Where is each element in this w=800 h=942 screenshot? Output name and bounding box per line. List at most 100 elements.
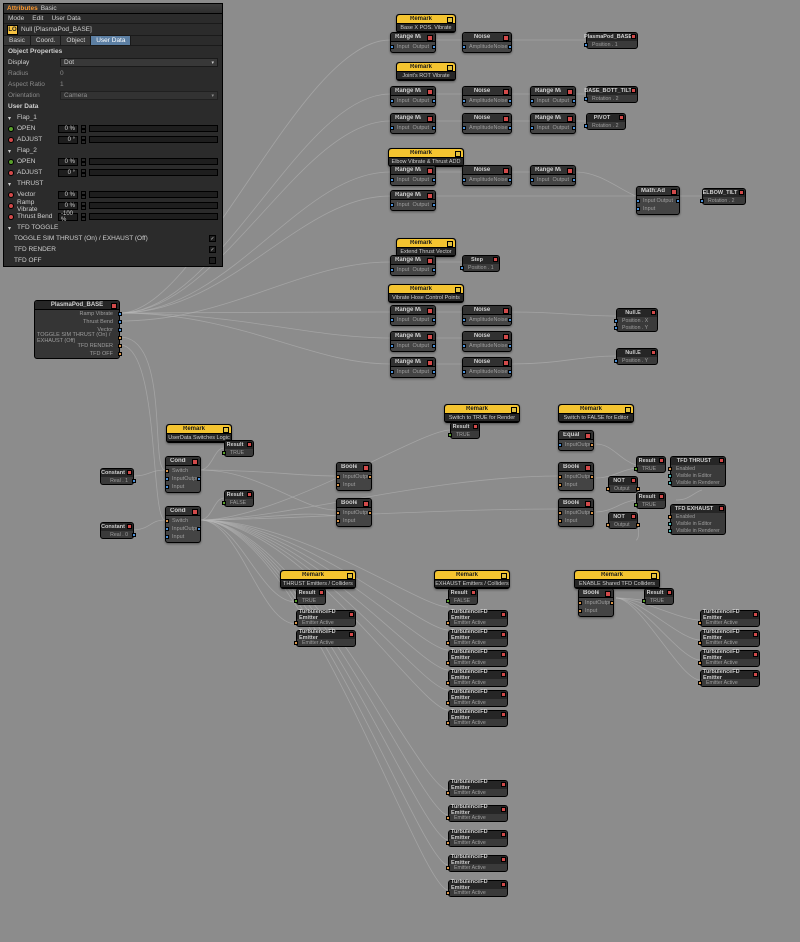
tab-object[interactable]: Object <box>61 36 91 45</box>
attribute-titlebar[interactable]: Attributes Basic <box>4 4 222 14</box>
node-condition[interactable]: Condition Switch InputOutput Input <box>165 456 201 493</box>
group-flap2[interactable]: Flap_2 <box>4 145 222 156</box>
node-rangemapper[interactable]: Range Mapper InputOutput <box>530 86 576 107</box>
vector-slider[interactable] <box>89 191 218 198</box>
node-link-tfdexhaust[interactable]: TFD EXHAUST Enabled Visible in Editor Vi… <box>670 504 726 535</box>
thrustbend-slider[interactable] <box>89 213 218 220</box>
node-link-basebott[interactable]: BASE_BOTT_TILT Rotation . 2 <box>586 86 638 103</box>
node-result-true[interactable]: Result TRUE <box>644 588 674 605</box>
node-noise[interactable]: Noise AmplitudeNoise <box>462 305 512 326</box>
node-link-nulle[interactable]: Null.E Position . Y <box>616 348 658 365</box>
group-tfd[interactable]: TFD TOGGLE <box>4 222 222 233</box>
key-dot-icon[interactable] <box>8 159 14 165</box>
node-rangemapper[interactable]: Range Mapper InputOutput <box>390 113 436 134</box>
node-source-plasmapod[interactable]: PlasmaPod_BASE Ramp Vibrate Thrust Bend … <box>34 300 120 359</box>
node-noise[interactable]: Noise AmplitudeNoise <box>462 86 512 107</box>
open2-value[interactable]: 0 % <box>58 158 78 166</box>
node-rangemapper[interactable]: Range Mapper InputOutput <box>390 255 436 276</box>
node-remark-0[interactable]: Remark Base X POS. Vibrate <box>396 14 456 33</box>
node-rangemapper[interactable]: Range Mapper InputOutput <box>530 113 576 134</box>
vector-stepper[interactable] <box>81 191 86 199</box>
node-remark-10[interactable]: Remark ENABLE Shared TFD Colliders <box>574 570 660 589</box>
node-not[interactable]: NOT Output <box>608 512 638 529</box>
open-value[interactable]: 0 % <box>58 125 78 133</box>
node-boole[interactable]: Boole InputOutput Input <box>578 588 614 617</box>
node-tfd-emitter[interactable]: TurbulenceFD EmitterEmitter Active <box>448 855 508 872</box>
node-tfd-emitter[interactable]: TurbulenceFD EmitterEmitter Active <box>448 690 508 707</box>
node-boole[interactable]: Boole InputOutput Input <box>336 498 372 527</box>
ramp-value[interactable]: 0 % <box>58 202 78 210</box>
node-remark-1[interactable]: Remark Joint's ROT Vibrate <box>396 62 456 81</box>
adjust-slider[interactable] <box>89 136 218 143</box>
node-rangemapper[interactable]: Range Mapper InputOutput <box>530 165 576 186</box>
vector-value[interactable]: 0 % <box>58 191 78 199</box>
node-remark-4[interactable]: Remark Vibrate Hose Control Points <box>388 284 464 303</box>
check-toggle[interactable]: ✓ <box>209 235 216 242</box>
check-render[interactable]: ✓ <box>209 246 216 253</box>
key-dot-icon[interactable] <box>8 203 14 209</box>
node-condition[interactable]: Condition Switch InputOutput Input <box>165 506 201 543</box>
node-tfd-emitter[interactable]: TurbulenceFD Emitter Emitter Active <box>296 630 356 647</box>
node-rangemapper[interactable]: Range Mapper InputOutput <box>390 305 436 326</box>
ramp-slider[interactable] <box>89 202 218 209</box>
thrustbend-value[interactable]: -100 % <box>58 213 78 221</box>
adjust2-stepper[interactable] <box>81 169 86 177</box>
key-dot-icon[interactable] <box>8 137 14 143</box>
open2-slider[interactable] <box>89 158 218 165</box>
node-boole[interactable]: Boole InputOutput Input <box>558 498 594 527</box>
menu-edit[interactable]: Edit <box>32 15 43 22</box>
key-dot-icon[interactable] <box>8 192 14 198</box>
node-result-false[interactable]: Result FALSE <box>448 588 478 605</box>
thrustbend-stepper[interactable] <box>81 213 86 221</box>
node-not[interactable]: NOT Output <box>608 476 638 493</box>
menu-userdata[interactable]: User Data <box>51 15 80 22</box>
node-rangemapper[interactable]: Range Mapper InputOutput <box>390 86 436 107</box>
node-tfd-emitter[interactable]: TurbulenceFD EmitterEmitter Active <box>448 670 508 687</box>
node-boole[interactable]: Boole InputOutput Input <box>336 462 372 491</box>
node-tfd-emitter[interactable]: TurbulenceFD EmitterEmitter Active <box>448 805 508 822</box>
node-link-plasmapod[interactable]: PlasmaPod_BASE Position . 1 <box>586 32 638 49</box>
open2-stepper[interactable] <box>81 158 86 166</box>
tab-userdata[interactable]: User Data <box>91 36 131 45</box>
node-noise[interactable]: Noise AmplitudeNoise <box>462 113 512 134</box>
node-rangemapper[interactable]: Range Mapper InputOutput <box>390 331 436 352</box>
node-rangemapper[interactable]: Range Mapper InputOutput <box>390 357 436 378</box>
tab-coord[interactable]: Coord. <box>31 36 62 45</box>
node-constant-1[interactable]: Constant Real . 1 <box>100 468 134 485</box>
node-tfd-emitter[interactable]: TurbulenceFD EmitterEmitter Active <box>448 830 508 847</box>
node-tfd-emitter[interactable]: TurbulenceFD EmitterEmitter Active <box>448 780 508 797</box>
display-dropdown[interactable]: Dot ▾ <box>60 58 218 67</box>
node-noise[interactable]: Noise AmplitudeNoise <box>462 357 512 378</box>
open-slider[interactable] <box>89 125 218 132</box>
node-tfd-emitter[interactable]: TurbulenceFD EmitterEmitter Active <box>700 650 760 667</box>
node-remark-8[interactable]: Remark THRUST Emitters / Colliders <box>280 570 356 589</box>
node-tfd-emitter[interactable]: TurbulenceFD EmitterEmitter Active <box>700 610 760 627</box>
node-tfd-emitter[interactable]: TurbulenceFD EmitterEmitter Active <box>448 710 508 727</box>
node-mathadd[interactable]: Math:Add InputOutput Input <box>636 186 680 215</box>
key-dot-icon[interactable] <box>8 170 14 176</box>
node-constant-0[interactable]: Constant Real . 0 <box>100 522 134 539</box>
key-dot-icon[interactable] <box>8 126 14 132</box>
node-tfd-emitter[interactable]: TurbulenceFD EmitterEmitter Active <box>700 670 760 687</box>
node-tfd-emitter[interactable]: TurbulenceFD EmitterEmitter Active <box>448 880 508 897</box>
menu-mode[interactable]: Mode <box>8 15 24 22</box>
node-tfd-emitter[interactable]: TurbulenceFD Emitter Emitter Active <box>296 610 356 627</box>
node-result[interactable]: Result TRUE <box>636 492 666 509</box>
node-link-pivot[interactable]: PIVOT Rotation . 2 <box>586 113 626 130</box>
node-result-true[interactable]: Result TRUE <box>450 422 480 439</box>
node-boole[interactable]: Boole InputOutput Input <box>558 462 594 491</box>
adjust-value[interactable]: 0 ° <box>58 136 78 144</box>
adjust2-slider[interactable] <box>89 169 218 176</box>
node-tfd-emitter[interactable]: TurbulenceFD EmitterEmitter Active <box>448 650 508 667</box>
node-step[interactable]: Step Position . 1 <box>462 255 500 272</box>
node-rangemapper[interactable]: Range Mapper InputOutput <box>390 190 436 211</box>
node-result-true[interactable]: Result TRUE <box>224 440 254 457</box>
ramp-stepper[interactable] <box>81 202 86 210</box>
node-remark-9[interactable]: Remark EXHAUST Emitters / Colliders <box>434 570 510 589</box>
node-tfd-emitter[interactable]: TurbulenceFD EmitterEmitter Active <box>448 610 508 627</box>
node-equal[interactable]: Equal InputOutput <box>558 430 594 451</box>
node-noise[interactable]: Noise AmplitudeNoise <box>462 331 512 352</box>
node-tfd-emitter[interactable]: TurbulenceFD EmitterEmitter Active <box>700 630 760 647</box>
node-result[interactable]: Result TRUE <box>636 456 666 473</box>
group-thrust[interactable]: THRUST <box>4 178 222 189</box>
